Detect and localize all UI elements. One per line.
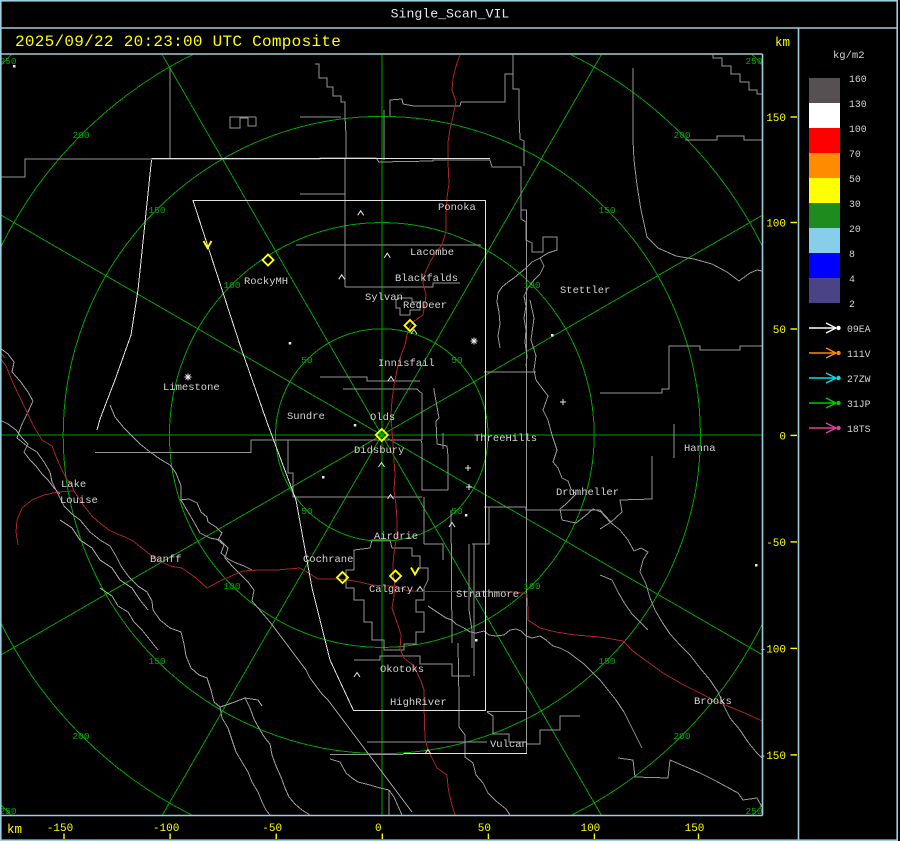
svg-text:50: 50 (849, 174, 861, 185)
svg-text:150: 150 (148, 205, 165, 216)
svg-text:Cochrane: Cochrane (303, 554, 353, 566)
svg-text:Banff: Banff (150, 554, 182, 566)
svg-text:RockyMH: RockyMH (244, 276, 288, 288)
svg-text:100: 100 (523, 280, 540, 291)
svg-text:50: 50 (301, 355, 313, 366)
svg-text:Single_Scan_VIL: Single_Scan_VIL (391, 7, 510, 22)
svg-text:18TS: 18TS (847, 424, 871, 435)
svg-text:100: 100 (523, 581, 540, 592)
svg-text:250: 250 (745, 56, 762, 67)
svg-text:km: km (775, 36, 790, 50)
svg-text:150: 150 (148, 656, 165, 667)
svg-text:30: 30 (849, 199, 861, 210)
svg-text:50: 50 (451, 355, 463, 366)
svg-text:50: 50 (451, 506, 463, 517)
svg-text:-50: -50 (766, 538, 786, 550)
svg-text:Lake: Lake (61, 479, 86, 491)
svg-text:8: 8 (849, 249, 855, 260)
svg-text:2: 2 (849, 299, 855, 310)
svg-text:200: 200 (72, 130, 89, 141)
svg-text:50: 50 (478, 823, 491, 835)
svg-text:Limestone: Limestone (163, 382, 220, 394)
svg-text:100: 100 (766, 219, 786, 231)
svg-text:Innisfail: Innisfail (378, 358, 435, 370)
svg-text:200: 200 (673, 731, 690, 742)
svg-text:Okotoks: Okotoks (380, 664, 424, 676)
svg-text:20: 20 (849, 224, 861, 235)
svg-text:Olds: Olds (370, 412, 395, 424)
svg-text:Drumheller: Drumheller (556, 487, 619, 499)
svg-text:Ponoka: Ponoka (438, 202, 476, 214)
svg-text:Blackfalds: Blackfalds (395, 273, 458, 285)
svg-text:-100: -100 (760, 644, 786, 656)
svg-text:-150: -150 (760, 751, 786, 763)
svg-text:150: 150 (598, 656, 615, 667)
svg-text:70: 70 (849, 149, 861, 160)
svg-text:200: 200 (72, 731, 89, 742)
svg-text:Brooks: Brooks (694, 696, 732, 708)
svg-text:Sylvan: Sylvan (365, 292, 403, 304)
svg-text:2025/09/22 20:23:00 UTC Compos: 2025/09/22 20:23:00 UTC Composite (15, 33, 341, 51)
svg-text:50: 50 (773, 325, 786, 337)
svg-text:4: 4 (849, 274, 855, 285)
svg-text:Sundre: Sundre (287, 411, 325, 423)
svg-text:km: km (7, 823, 22, 837)
svg-text:HighRiver: HighRiver (390, 697, 447, 709)
svg-text:200: 200 (673, 130, 690, 141)
svg-text:0: 0 (375, 823, 382, 835)
svg-text:150: 150 (598, 205, 615, 216)
svg-text:100: 100 (223, 581, 240, 592)
svg-text:160: 160 (849, 74, 867, 85)
svg-text:Hanna: Hanna (684, 443, 716, 455)
svg-text:111V: 111V (847, 349, 871, 360)
svg-text:Didsbury: Didsbury (354, 445, 404, 457)
svg-text:Calgary: Calgary (369, 584, 413, 596)
svg-text:100: 100 (580, 823, 600, 835)
svg-text:09EA: 09EA (847, 324, 871, 335)
svg-text:-150: -150 (47, 823, 73, 835)
svg-text:ThreeHills: ThreeHills (474, 433, 537, 445)
svg-text:0: 0 (779, 431, 786, 443)
svg-text:Vulcan: Vulcan (490, 739, 528, 751)
svg-text:kg/m2: kg/m2 (833, 50, 865, 62)
svg-text:100: 100 (849, 124, 867, 135)
svg-text:50: 50 (301, 506, 313, 517)
svg-text:150: 150 (766, 113, 786, 125)
svg-text:Airdrie: Airdrie (374, 531, 418, 543)
svg-text:31JP: 31JP (847, 399, 871, 410)
svg-text:27ZW: 27ZW (847, 374, 871, 385)
svg-text:RedDeer: RedDeer (403, 300, 447, 312)
svg-text:100: 100 (223, 280, 240, 291)
svg-text:Louise: Louise (60, 495, 98, 507)
svg-text:150: 150 (685, 823, 705, 835)
svg-text:Strathmore: Strathmore (456, 589, 519, 601)
svg-text:Stettler: Stettler (560, 285, 610, 297)
svg-text:-50: -50 (262, 823, 282, 835)
svg-text:-100: -100 (153, 823, 179, 835)
svg-text:130: 130 (849, 99, 867, 110)
svg-text:Lacombe: Lacombe (410, 247, 454, 259)
